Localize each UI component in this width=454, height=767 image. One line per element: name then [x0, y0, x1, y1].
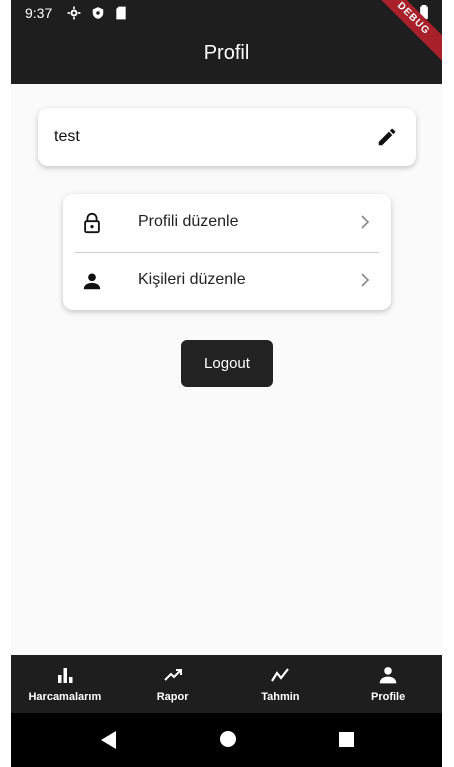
lock-icon [81, 212, 103, 234]
person-icon [378, 665, 398, 685]
settings-menu: Profili düzenle Kişileri düzenle [63, 194, 391, 310]
status-bar: 9:37 DEBUG [11, 0, 442, 65]
status-time: 9:37 [25, 5, 53, 21]
person-icon [81, 270, 103, 292]
menu-item-label: Profili düzenle [138, 213, 239, 230]
shield-icon [91, 6, 105, 20]
system-navigation-bar [11, 713, 442, 767]
user-card: test [38, 108, 416, 166]
bottom-navigation: Harcamalarım Rapor Tahmin Profile [11, 655, 442, 713]
settings-icon [67, 6, 81, 20]
nav-item-harcamalarim[interactable]: Harcamalarım [11, 655, 119, 713]
logout-button[interactable]: Logout [181, 340, 273, 387]
nav-label: Profile [371, 691, 406, 703]
recent-apps-icon[interactable] [339, 732, 354, 752]
nav-label: Tahmin [261, 691, 300, 703]
menu-item-label: Kişileri düzenle [138, 271, 246, 288]
nav-item-rapor[interactable]: Rapor [119, 655, 227, 713]
profile-content: test Profili düzenle Kişileri düzenle Lo… [11, 84, 442, 655]
status-icons [67, 6, 127, 20]
bar-chart-icon [55, 665, 75, 685]
nav-item-profile[interactable]: Profile [334, 655, 442, 713]
home-icon[interactable] [220, 731, 236, 752]
menu-item-edit-contacts[interactable]: Kişileri düzenle [63, 252, 391, 310]
edit-icon[interactable] [376, 126, 398, 148]
app-bar: Profil [11, 28, 442, 84]
phone-screen: 9:37 DEBUG Profil test Profili düzenle K… [11, 0, 442, 767]
username-text: test [54, 128, 80, 145]
nav-label: Harcamalarım [28, 691, 102, 703]
page-title: Profil [203, 42, 250, 64]
sd-card-icon [115, 6, 127, 20]
chevron-right-icon [359, 272, 371, 288]
trending-up-icon [163, 665, 183, 685]
nav-item-tahmin[interactable]: Tahmin [227, 655, 335, 713]
back-icon[interactable] [101, 731, 117, 754]
chevron-right-icon [359, 214, 371, 230]
nav-label: Rapor [156, 691, 189, 703]
line-chart-icon [270, 665, 290, 685]
menu-item-edit-profile[interactable]: Profili düzenle [63, 194, 391, 252]
